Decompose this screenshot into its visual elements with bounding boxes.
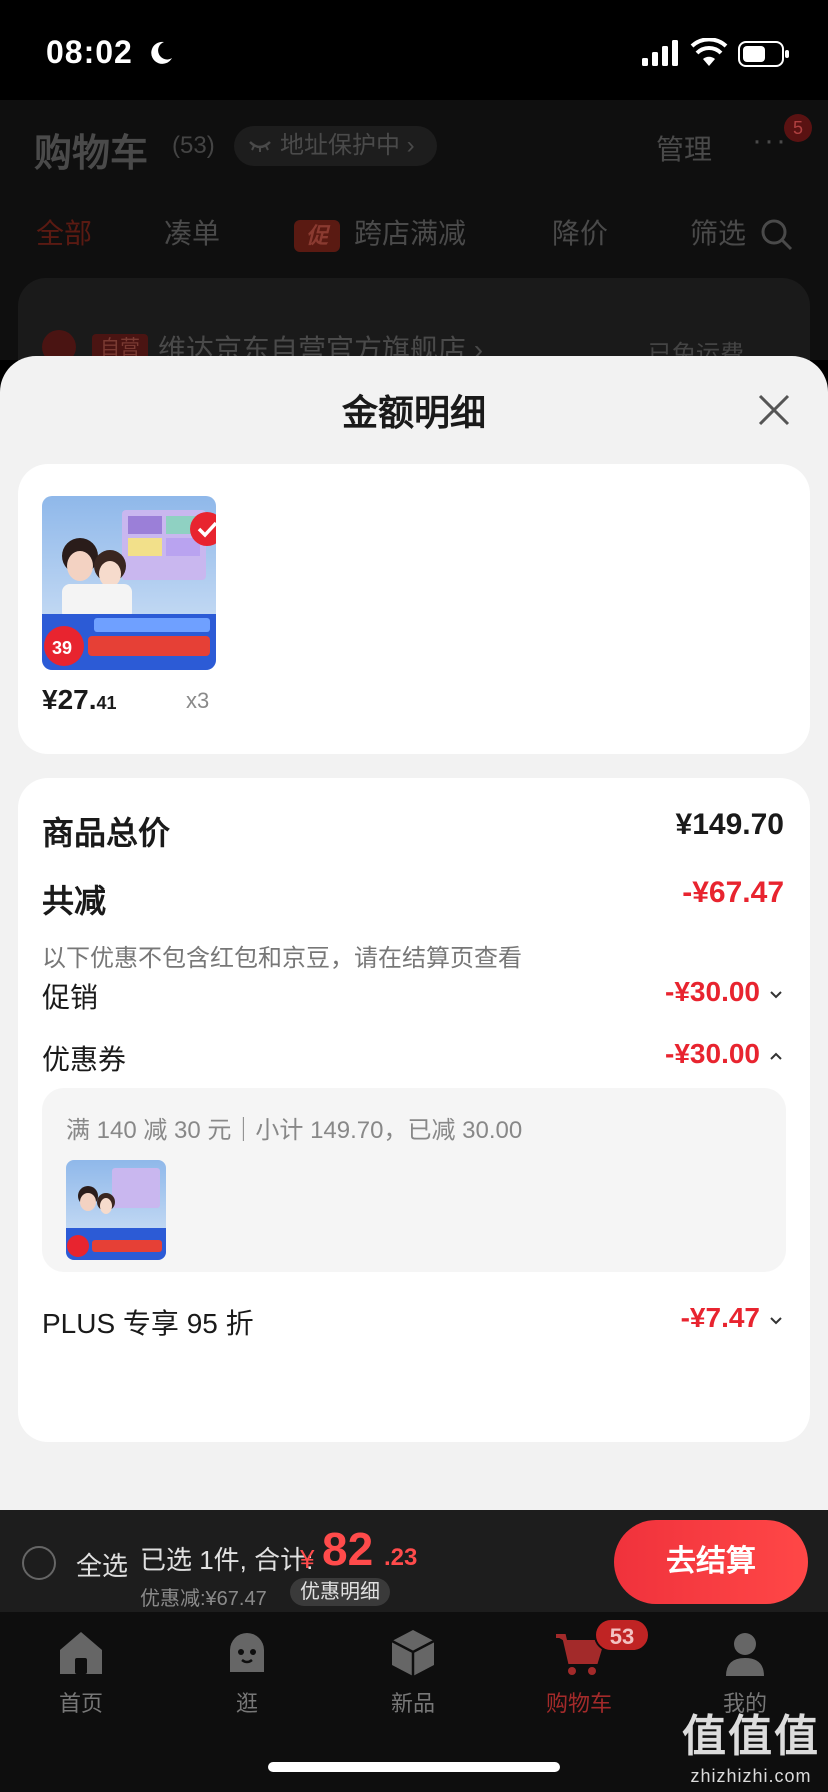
manage-button: 管理 [656,134,713,165]
chevron-down-icon [770,1316,782,1325]
battery-icon [738,41,789,67]
cart-header-background: 购物车 (53) 地址保护中 › 管理 ··· 5 全部 凑单 促跨店满减 降价… [0,100,828,398]
svg-text:39: 39 [52,638,72,658]
cart-filter-tabs: 全部 凑单 促跨店满减 降价 筛选 [0,212,828,262]
checkout-bar: 全选 已选 1件, 合计: ¥ 82 .23 优惠减:¥67.47 优惠明细 去… [0,1510,828,1612]
discount-note: 以下优惠不包含红包和京豆，请在结算页查看 [42,945,522,972]
moon-icon [151,41,172,64]
tab-cart[interactable]: 53 购物车 [524,1618,650,1718]
address-protect-label: 地址保护中 › [280,132,415,159]
plus-discount-row[interactable]: -¥7.47 [681,1302,784,1334]
total-currency: ¥ [300,1544,315,1574]
promotion-value: -¥30.00 [665,976,760,1007]
home-icon [60,1632,102,1674]
select-all-radio[interactable] [22,1546,56,1580]
coupon-label: 优惠券 [42,1044,127,1075]
close-icon[interactable] [754,390,794,430]
product-quantity: x3 [186,688,210,713]
tab-combine: 凑单 [164,218,221,249]
wifi-icon [690,38,728,66]
tab-filter: 筛选 [690,218,747,249]
total-reduce-label: 共减 [42,883,107,919]
address-protect-button: 地址保护中 › [234,126,437,166]
promo-tag: 促 [294,219,340,252]
sheet-title: 金额明细 [341,392,486,433]
promotion-label: 促销 [42,982,99,1013]
more-badge: 5 [784,114,812,142]
plus-discount-label: PLUS 专享 95 折 [42,1308,254,1339]
coupon-detail-text: 满 140 减 30 元｜小计 149.70，已减 30.00 [66,1117,523,1144]
tab-cart-label: 购物车 [545,1691,612,1716]
selected-count: 已选 1件, 合计: [140,1545,314,1575]
tab-all: 全部 [36,218,93,249]
coupon-value: -¥30.00 [665,1038,760,1069]
watermark: 值值值 zhizhizhi.com [676,1700,826,1787]
total-amount-int: 82 [322,1523,374,1575]
status-bar: 08:02 [0,0,828,100]
search-icon [761,219,793,251]
promotion-row[interactable]: -¥30.00 [665,976,784,1008]
chevron-down-icon [770,990,782,999]
status-time: 08:02 [46,34,133,70]
total-amount-dec: .23 [384,1544,418,1571]
watermark-logo: 值值值 [682,1712,820,1761]
product-image[interactable]: 39 [42,496,216,670]
amount-detail-sheet: 金额明细 39 ¥27.41 x3 商品总价 ¥149.70 共减 -¥67.4… [0,356,828,1510]
plus-discount-value: -¥7.47 [680,1302,760,1333]
eye-icon [249,141,271,152]
discount-amount: 优惠减:¥67.47 [140,1588,267,1610]
more-icon: ··· [752,124,788,157]
total-price-label: 商品总价 [42,815,171,851]
user-icon [726,1633,764,1676]
select-all-label[interactable]: 全选 [76,1546,128,1583]
product-price: ¥27.41 [42,684,117,715]
tab-home-label: 首页 [58,1691,103,1716]
total-reduce-value: -¥67.47 [682,876,784,909]
cart-badge: 53 [594,1618,650,1652]
selected-check-icon[interactable] [190,512,216,546]
selected-items-card: 39 ¥27.41 x3 [18,464,810,754]
tab-explore-label: 逛 [235,1691,258,1716]
signal-icon [642,40,678,66]
cube-icon [391,1630,435,1676]
coupon-row[interactable]: -¥30.00 [665,1038,784,1070]
tab-new-label: 新品 [390,1691,435,1716]
home-indicator [268,1762,560,1772]
coupon-product-thumbnail [66,1160,166,1260]
explore-icon [230,1633,264,1672]
coupon-detail-box: 满 140 减 30 元｜小计 149.70，已减 30.00 [42,1088,786,1272]
price-summary-card: 商品总价 ¥149.70 共减 -¥67.47 以下优惠不包含红包和京豆，请在结… [18,778,810,1442]
tab-new[interactable]: 新品 [358,1626,468,1718]
tab-explore[interactable]: 逛 [192,1626,302,1718]
checkout-button[interactable]: 去结算 [614,1520,808,1604]
cart-count: (53) [172,132,215,159]
coupon-product-image[interactable] [66,1160,166,1260]
cart-title: 购物车 [34,133,149,175]
tab-home[interactable]: 首页 [26,1626,136,1718]
discount-detail-button[interactable]: 优惠明细 [290,1578,390,1606]
tab-price-drop: 降价 [552,218,609,249]
total-price-value: ¥149.70 [675,808,784,841]
chevron-up-icon [770,1052,782,1060]
watermark-url: zhizhizhi.com [690,1766,812,1786]
tab-cross-store: 促跨店满减 [294,212,466,252]
